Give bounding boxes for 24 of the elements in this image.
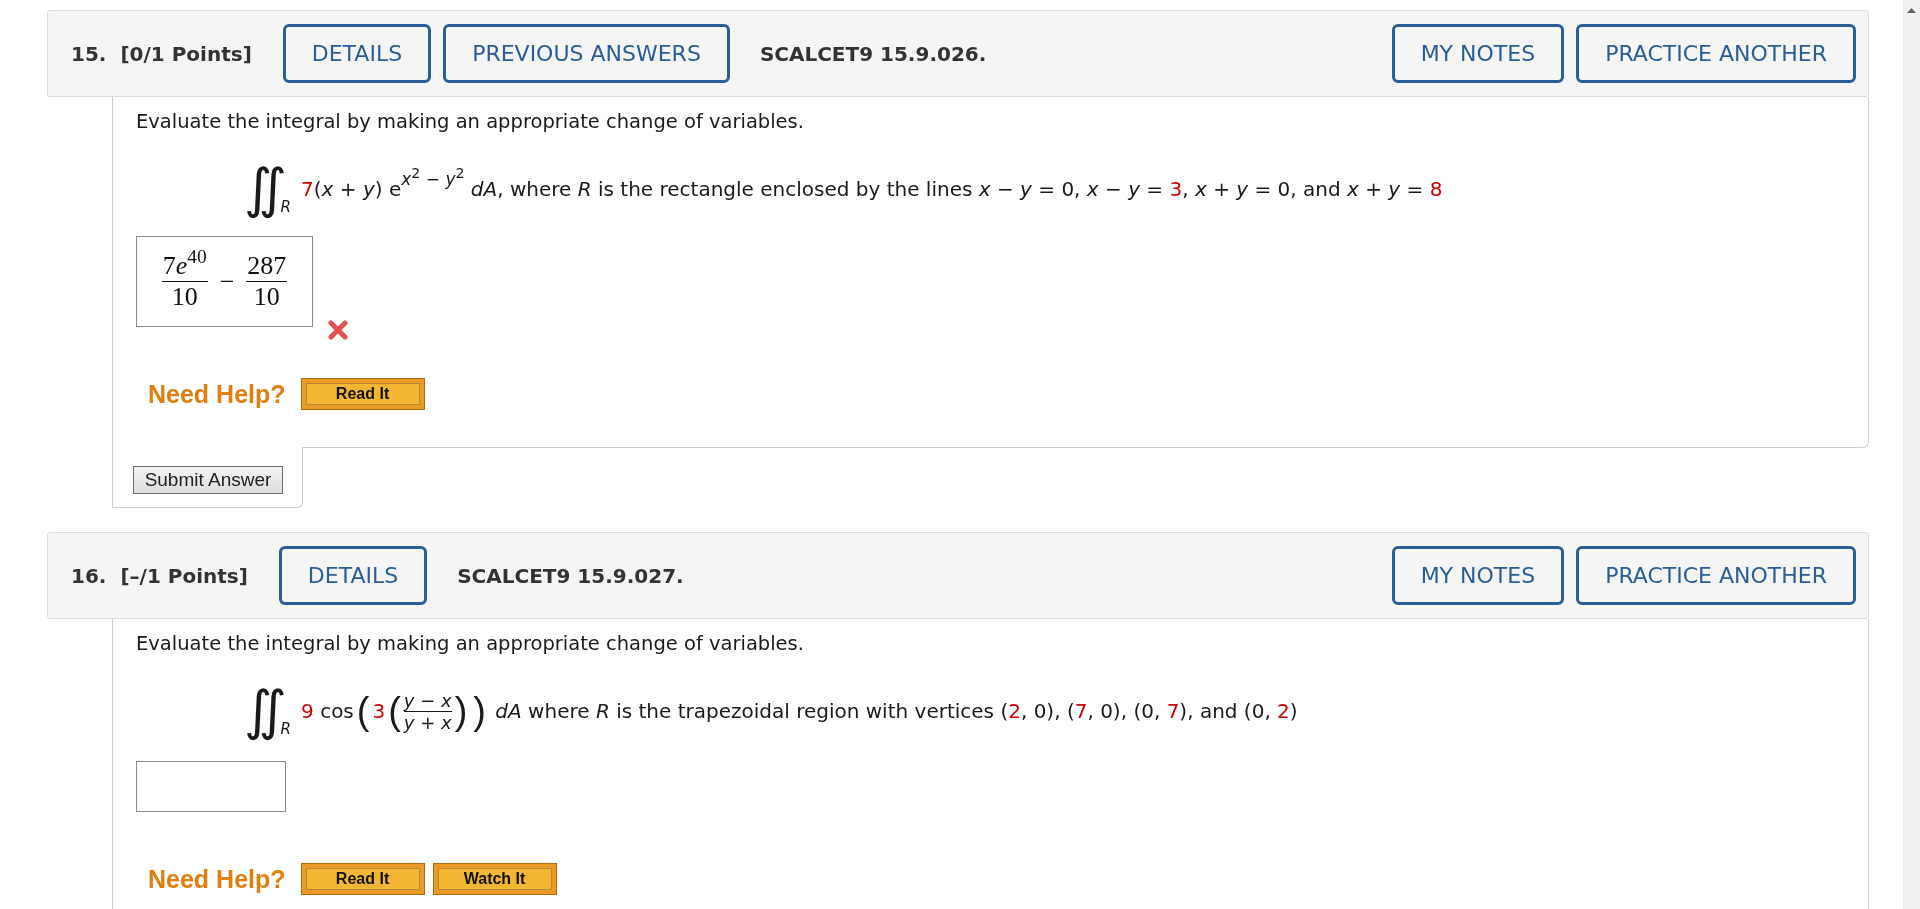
header-button[interactable]: PREVIOUS ANSWERS (443, 24, 730, 83)
question-code: SCALCET9 15.9.027. (457, 563, 684, 588)
header-button[interactable]: DETAILS (282, 24, 432, 83)
help-button[interactable]: Watch It (432, 863, 557, 895)
submit-button[interactable]: Submit Answer (133, 466, 283, 494)
header-button[interactable]: DETAILS (278, 546, 428, 605)
header-button[interactable]: MY NOTES (1391, 24, 1565, 83)
up-arrow-icon[interactable] (1907, 8, 1916, 13)
question-number: 15. (71, 41, 107, 66)
help-button[interactable]: Read It (300, 378, 425, 410)
help-button[interactable]: Read It (300, 863, 425, 895)
points-label: [0/1 Points] (120, 41, 252, 66)
header-button[interactable]: MY NOTES (1391, 546, 1565, 605)
question-number: 16. (71, 563, 107, 588)
header-button[interactable]: PRACTICE ANOTHER (1576, 546, 1856, 605)
question-prompt: Evaluate the integral by making an appropriate change of variables. (136, 632, 805, 656)
question-prompt: Evaluate the integral by making an appropriate change of variables. (136, 110, 805, 134)
question-code: SCALCET9 15.9.026. (759, 41, 987, 66)
answer-field[interactable] (136, 761, 286, 812)
help-label: Need Help? (148, 864, 286, 894)
points-label: [–/1 Points] (120, 563, 248, 588)
scrollbar[interactable] (1903, 0, 1920, 909)
header-button[interactable]: PRACTICE ANOTHER (1576, 24, 1856, 83)
help-label: Need Help? (148, 379, 286, 409)
